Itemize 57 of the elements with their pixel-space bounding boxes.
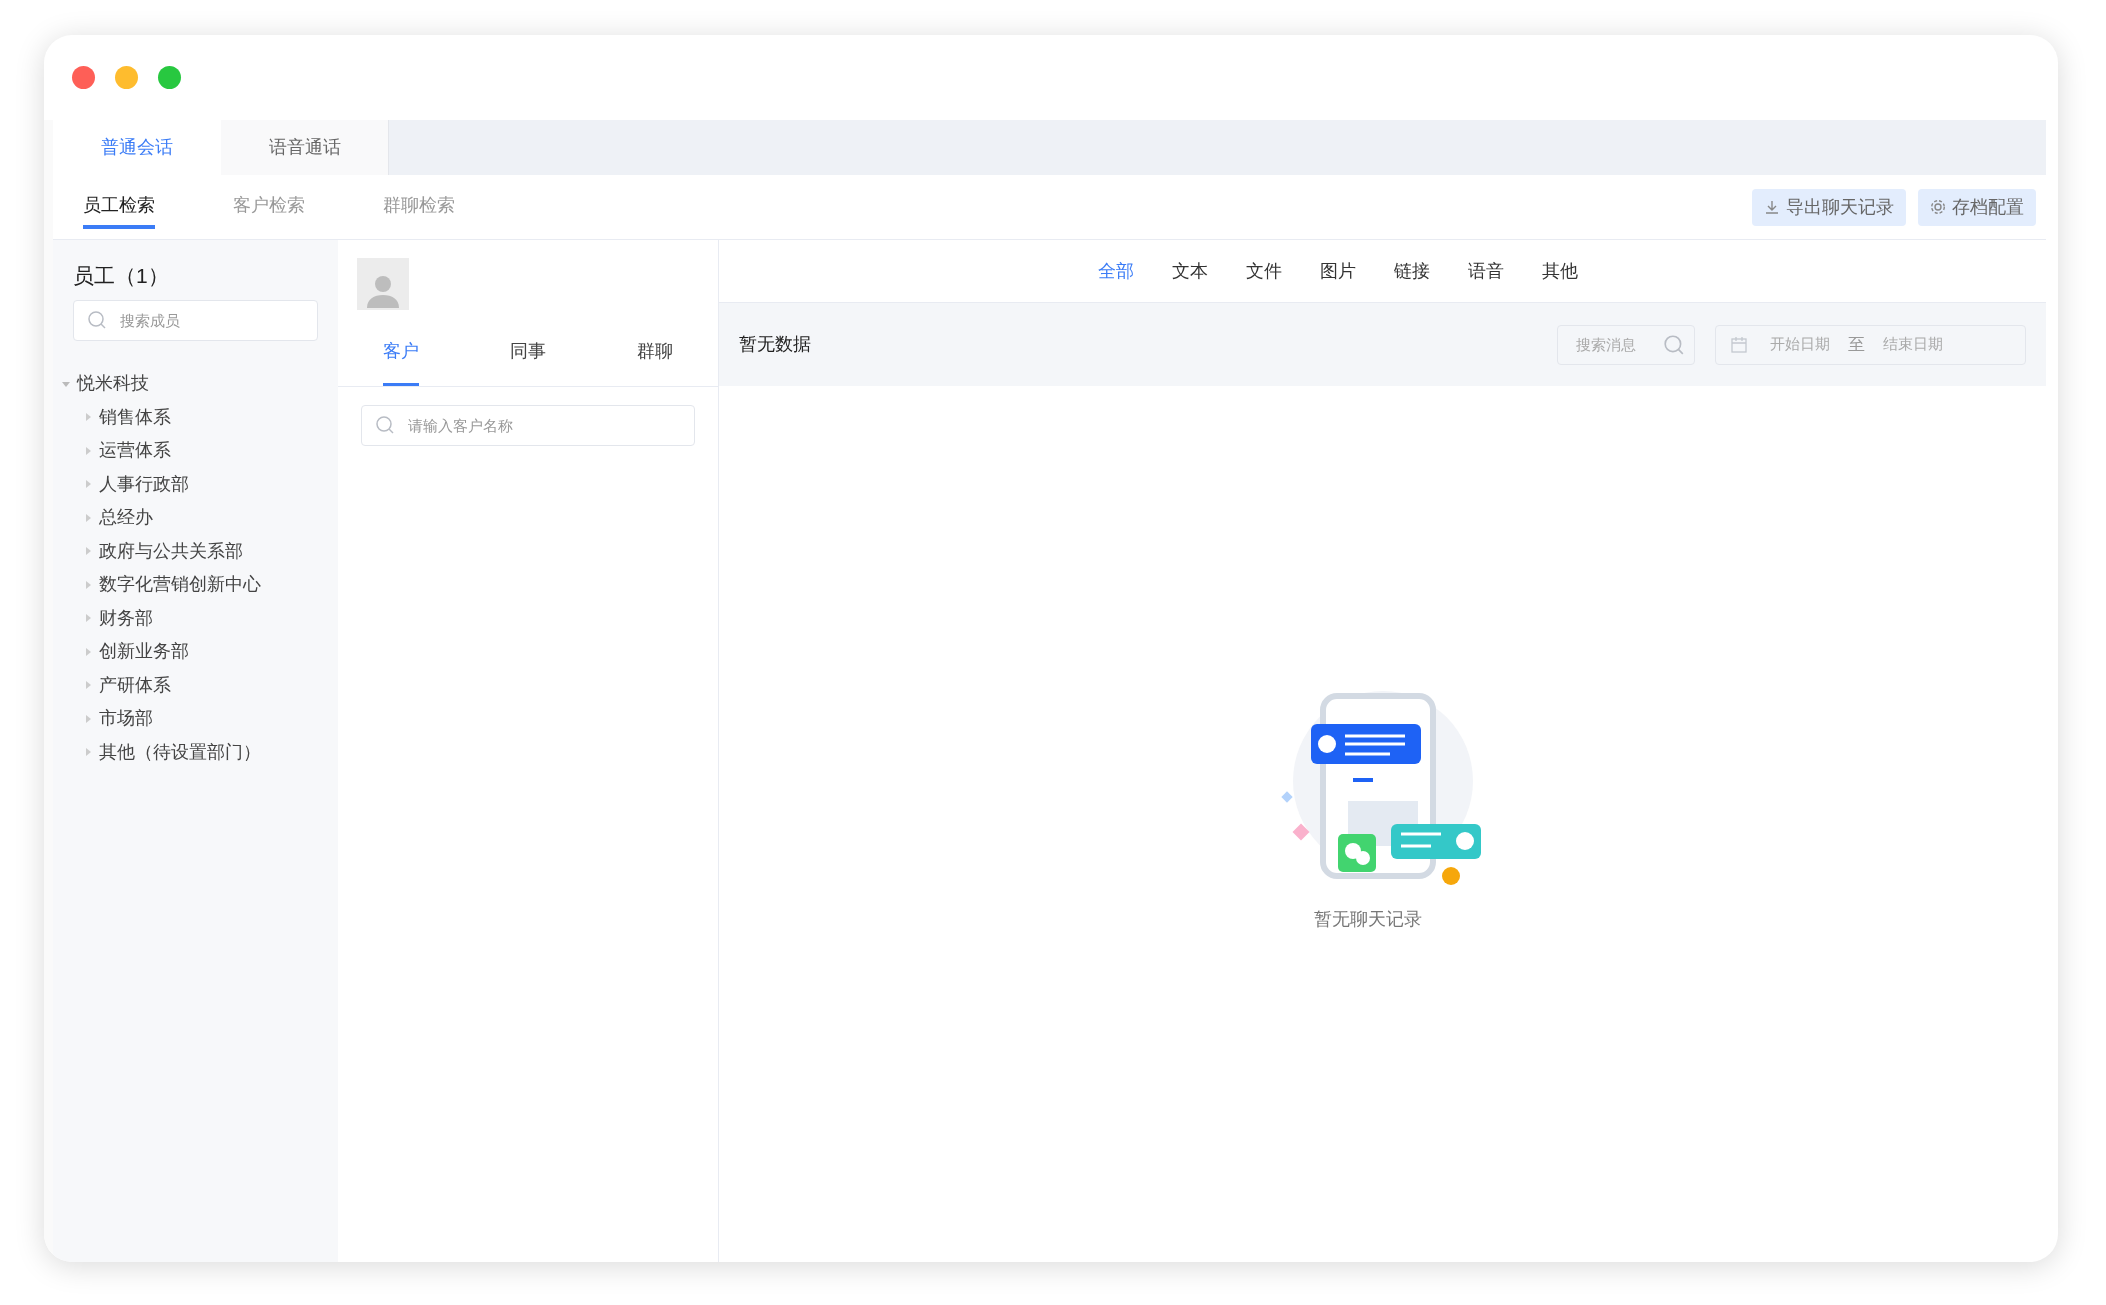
message-type-tab[interactable]: 语音 — [1467, 257, 1504, 285]
search-icon — [1663, 333, 1685, 356]
caret-icon[interactable] — [83, 713, 93, 724]
message-type-tab[interactable]: 文本 — [1171, 257, 1208, 285]
tab[interactable]: 普通会话 — [53, 120, 221, 175]
search-tab[interactable]: 员工检索 — [83, 175, 233, 239]
sidebar-title: 员工（1） — [72, 263, 170, 289]
caret-icon[interactable] — [83, 479, 93, 490]
caret-icon[interactable] — [83, 512, 93, 523]
tree-item[interactable]: 悦米科技 — [77, 370, 149, 398]
message-type-tab[interactable]: 文件 — [1245, 257, 1282, 285]
caret-icon[interactable] — [83, 680, 93, 691]
status-text: 暂无数据 — [739, 333, 811, 356]
avatar-placeholder — [357, 258, 409, 310]
close-button[interactable] — [72, 66, 95, 89]
caret-icon[interactable] — [83, 546, 93, 557]
contact-tab[interactable]: 群聊 — [636, 338, 673, 386]
message-type-tab[interactable]: 图片 — [1319, 257, 1356, 285]
empty-state-text: 暂无聊天记录 — [1313, 908, 1422, 931]
download-icon — [1764, 199, 1780, 215]
tree-item[interactable]: 人事行政部 — [99, 470, 189, 498]
contact-tab[interactable]: 同事 — [510, 338, 546, 386]
caret-icon[interactable] — [83, 613, 93, 624]
tree-item[interactable]: 销售体系 — [99, 403, 171, 431]
tree-item[interactable]: 运营体系 — [99, 437, 171, 465]
message-type-tab[interactable]: 链接 — [1393, 257, 1430, 285]
message-search-field[interactable]: 搜索消息 — [1557, 324, 1695, 365]
search-icon — [87, 310, 107, 330]
start-date-placeholder: 开始日期 — [1770, 334, 1830, 355]
calendar-icon — [1730, 335, 1748, 354]
customer-search-field[interactable]: 请输入客户名称 — [361, 405, 695, 446]
minimize-button[interactable] — [115, 66, 138, 89]
settings-button[interactable]: 存档配置 — [1918, 188, 2036, 226]
tree-item[interactable]: 数字化营销创新中心 — [99, 571, 261, 599]
tab[interactable]: 语音通话 — [221, 120, 389, 175]
caret-icon[interactable] — [83, 747, 93, 758]
tree-item[interactable]: 市场部 — [99, 705, 153, 733]
caret-icon[interactable] — [83, 579, 93, 590]
export-button[interactable]: 导出聊天记录 — [1752, 188, 1906, 226]
tree-item[interactable]: 总经办 — [99, 504, 153, 532]
tree-item[interactable]: 财务部 — [99, 604, 153, 632]
tree-item[interactable]: 产研体系 — [99, 671, 171, 699]
tree-item[interactable]: 其他（待设置部门） — [99, 738, 261, 766]
caret-icon[interactable] — [83, 646, 93, 657]
tree-item[interactable]: 政府与公共关系部 — [99, 537, 243, 565]
message-type-tab[interactable]: 全部 — [1097, 257, 1134, 285]
member-search-field[interactable]: 搜索成员 — [73, 300, 318, 341]
contact-tab[interactable]: 客户 — [383, 338, 420, 386]
settings-icon — [1930, 199, 1946, 215]
date-separator: 至 — [1848, 333, 1865, 356]
caret-icon[interactable] — [83, 412, 93, 423]
maximize-button[interactable] — [158, 66, 181, 89]
search-icon — [375, 415, 395, 435]
caret-icon[interactable] — [83, 445, 93, 456]
tree-item[interactable]: 创新业务部 — [99, 638, 189, 666]
end-date-placeholder: 结束日期 — [1883, 334, 1943, 355]
message-type-tab[interactable]: 其他 — [1541, 257, 1578, 285]
